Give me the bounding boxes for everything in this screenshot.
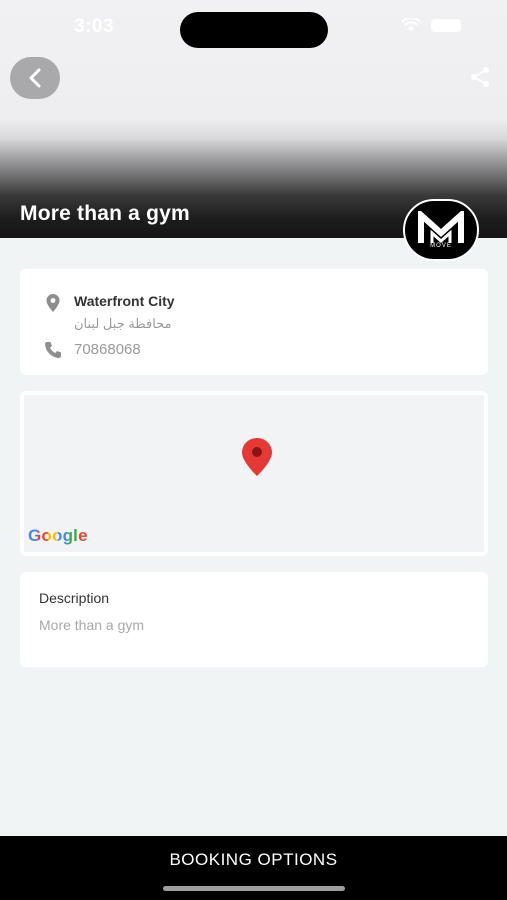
battery-icon	[431, 18, 461, 32]
booking-options-label: BOOKING OPTIONS	[169, 850, 338, 869]
logo-text: MOVE	[430, 243, 452, 249]
address-block: Waterfront City محافظة جبل لبنان	[74, 293, 175, 332]
wifi-icon	[401, 18, 421, 31]
screen: 3:03 More than a gym MOVE Waterfront Cit…	[0, 0, 507, 900]
phone-number: 70868068	[74, 341, 141, 358]
description-text: More than a gym	[39, 617, 145, 633]
map-card[interactable]: Google	[20, 391, 488, 556]
address-subtitle: محافظة جبل لبنان	[74, 316, 172, 331]
description-card: Description More than a gym	[20, 572, 488, 667]
google-attribution-text: Google	[28, 526, 88, 545]
home-indicator[interactable]	[163, 886, 345, 891]
share-icon[interactable]	[469, 66, 491, 88]
page-title: More than a gym	[20, 202, 190, 225]
dynamic-island	[180, 12, 328, 48]
logo-mark-icon	[418, 211, 464, 244]
phone-row[interactable]: 70868068	[44, 341, 141, 359]
gym-logo: MOVE	[403, 199, 479, 261]
location-pin-icon	[46, 294, 60, 312]
map-marker-icon[interactable]	[240, 437, 274, 477]
chevron-left-icon	[29, 68, 41, 88]
status-time: 3:03	[74, 16, 115, 37]
phone-icon	[45, 342, 61, 358]
back-button[interactable]	[10, 57, 60, 99]
address-title: Waterfront City	[74, 293, 175, 309]
description-title: Description	[39, 590, 110, 606]
address-row[interactable]: Waterfront City محافظة جبل لبنان	[44, 293, 175, 332]
map-view[interactable]: Google	[24, 395, 484, 552]
status-icons	[401, 18, 461, 32]
google-attribution: Google	[28, 526, 88, 546]
info-card: Waterfront City محافظة جبل لبنان 7086806…	[20, 269, 488, 375]
